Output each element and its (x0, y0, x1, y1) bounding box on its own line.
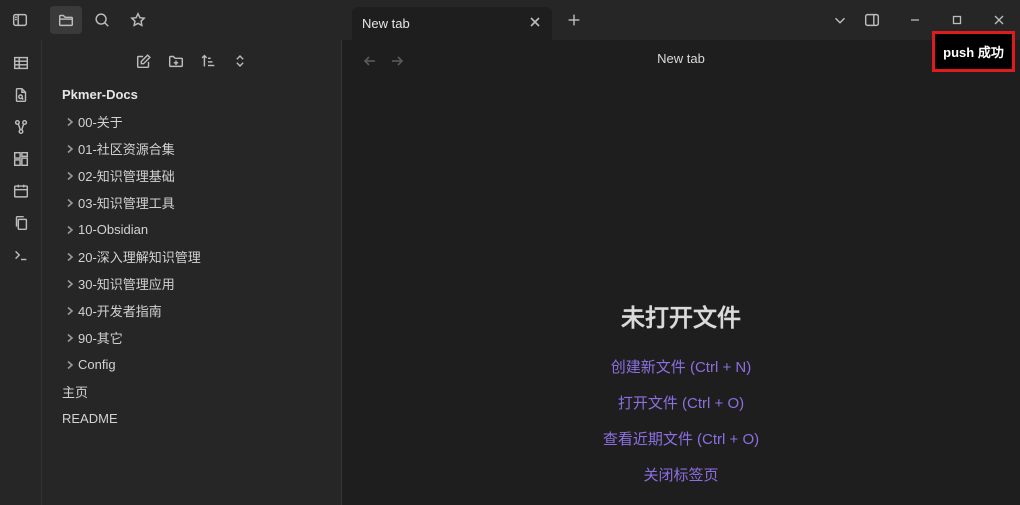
close-icon (530, 17, 540, 27)
folder-item[interactable]: 90-其它 (62, 324, 332, 351)
toggle-right-sidebar-button[interactable] (856, 6, 888, 34)
close-icon (994, 15, 1004, 25)
bookmarks-tab-button[interactable] (122, 6, 154, 34)
folder-item[interactable]: 01-社区资源合集 (62, 135, 332, 162)
view-header-title: New tab (657, 51, 705, 66)
copy-icon (15, 215, 27, 231)
ribbon-graph-button[interactable] (4, 112, 38, 142)
sort-icon (201, 54, 215, 67)
recent-files-link[interactable]: 查看近期文件 (Ctrl + O) (342, 428, 1020, 449)
file-label: README (62, 411, 118, 426)
chevrons-up-down-icon (236, 55, 244, 67)
ribbon-search-file-button[interactable] (4, 80, 38, 110)
ribbon-daily-note-button[interactable] (4, 176, 38, 206)
folder-label: 03-知识管理工具 (78, 196, 175, 211)
table-icon (13, 56, 28, 70)
folder-label: 00-关于 (78, 115, 123, 130)
open-file-link[interactable]: 打开文件 (Ctrl + O) (342, 392, 1020, 413)
layout-grid-icon (13, 151, 28, 167)
title-bar-left-controls (0, 0, 154, 40)
chevron-right-icon[interactable] (62, 276, 78, 292)
new-tab-button[interactable] (558, 6, 590, 34)
folder-label: 01-社区资源合集 (78, 142, 175, 157)
maximize-icon (952, 15, 962, 25)
folder-label: 90-其它 (78, 331, 123, 346)
chevron-right-icon[interactable] (62, 249, 78, 265)
tab-title: New tab (362, 16, 410, 31)
folder-item[interactable]: 30-知识管理应用 (62, 270, 332, 297)
folder-item[interactable]: 10-Obsidian (62, 216, 332, 243)
ribbon-templates-button[interactable] (4, 208, 38, 238)
ribbon-command-palette-button[interactable] (4, 240, 38, 270)
folder-label: 40-开发者指南 (78, 304, 162, 319)
new-note-button[interactable] (128, 48, 160, 74)
notification-text: push 成功 (943, 45, 1004, 60)
edit-icon (136, 54, 151, 69)
folder-item[interactable]: Config (62, 351, 332, 378)
tab-new-tab[interactable]: New tab (352, 7, 552, 40)
chevron-right-icon[interactable] (62, 141, 78, 157)
file-explorer-toolbar (128, 48, 256, 74)
folder-label: 30-知识管理应用 (78, 277, 175, 292)
create-new-file-link[interactable]: 创建新文件 (Ctrl + N) (342, 356, 1020, 377)
main-editor-area: New tab 未打开文件 创建新文件 (Ctrl + N) 打开文件 (Ctr… (342, 40, 1020, 505)
chevron-right-icon[interactable] (62, 357, 78, 373)
folder-item[interactable]: 02-知识管理基础 (62, 162, 332, 189)
file-search-icon (15, 87, 26, 103)
toggle-left-sidebar-button[interactable] (4, 6, 36, 34)
folder-label: 20-深入理解知识管理 (78, 250, 201, 265)
empty-state-title: 未打开文件 (621, 305, 741, 332)
new-folder-button[interactable] (160, 48, 192, 74)
terminal-icon (14, 250, 26, 261)
chevron-right-icon[interactable] (62, 303, 78, 319)
folder-item[interactable]: 00-关于 (62, 108, 332, 135)
collapse-all-button[interactable] (224, 48, 256, 74)
folder-item[interactable]: 40-开发者指南 (62, 297, 332, 324)
tab-list-dropdown-button[interactable] (824, 6, 856, 34)
folder-item[interactable]: 03-知识管理工具 (62, 189, 332, 216)
chevron-right-icon[interactable] (62, 168, 78, 184)
file-tree: 00-关于 01-社区资源合集 02-知识管理基础 03-知识管理工具 10-Obsid… (62, 108, 332, 432)
folder-plus-icon (168, 55, 184, 68)
chevron-right-icon[interactable] (62, 195, 78, 211)
minimize-button[interactable] (894, 0, 936, 40)
graph-icon (14, 119, 27, 135)
file-item[interactable]: README (62, 405, 332, 432)
vault-name[interactable]: Pkmer-Docs (62, 87, 138, 102)
folder-icon (58, 14, 74, 27)
files-tab-button[interactable] (50, 6, 82, 34)
tab-close-button[interactable] (528, 15, 542, 32)
file-explorer-sidebar: Pkmer-Docs 00-关于 01-社区资源合集 02-知识管理基础 03-知识管… (42, 40, 342, 505)
star-icon (130, 12, 146, 27)
sort-button[interactable] (192, 48, 224, 74)
plus-icon (568, 14, 580, 26)
close-tab-link[interactable]: 关闭标签页 (342, 464, 1020, 485)
ribbon-canvas-button[interactable] (4, 144, 38, 174)
folder-label: 10-Obsidian (78, 222, 149, 237)
folder-label: 02-知识管理基础 (78, 169, 175, 184)
chevron-down-icon (834, 17, 846, 24)
left-ribbon (0, 40, 42, 505)
folder-label: Config (78, 357, 116, 372)
title-bar: New tab (0, 0, 1020, 40)
right-sidebar-toggle-icon (864, 13, 880, 27)
ribbon-table-button[interactable] (4, 48, 38, 78)
file-label: 主页 (62, 385, 89, 400)
search-icon (95, 13, 109, 27)
notification-toast[interactable]: push 成功 (932, 31, 1015, 72)
calendar-icon (13, 184, 28, 198)
chevron-right-icon[interactable] (62, 114, 78, 130)
obsidian-window: New tab Pkmer-Docs 00-关于 01-社区资源合集 02-知识… (0, 0, 1020, 505)
chevron-right-icon[interactable] (62, 222, 78, 238)
chevron-right-icon[interactable] (62, 330, 78, 346)
sidebar-toggle-icon (12, 13, 28, 27)
file-item[interactable]: 主页 (62, 378, 332, 405)
minimize-icon (911, 19, 919, 21)
folder-item[interactable]: 20-深入理解知识管理 (62, 243, 332, 270)
search-tab-button[interactable] (86, 6, 118, 34)
